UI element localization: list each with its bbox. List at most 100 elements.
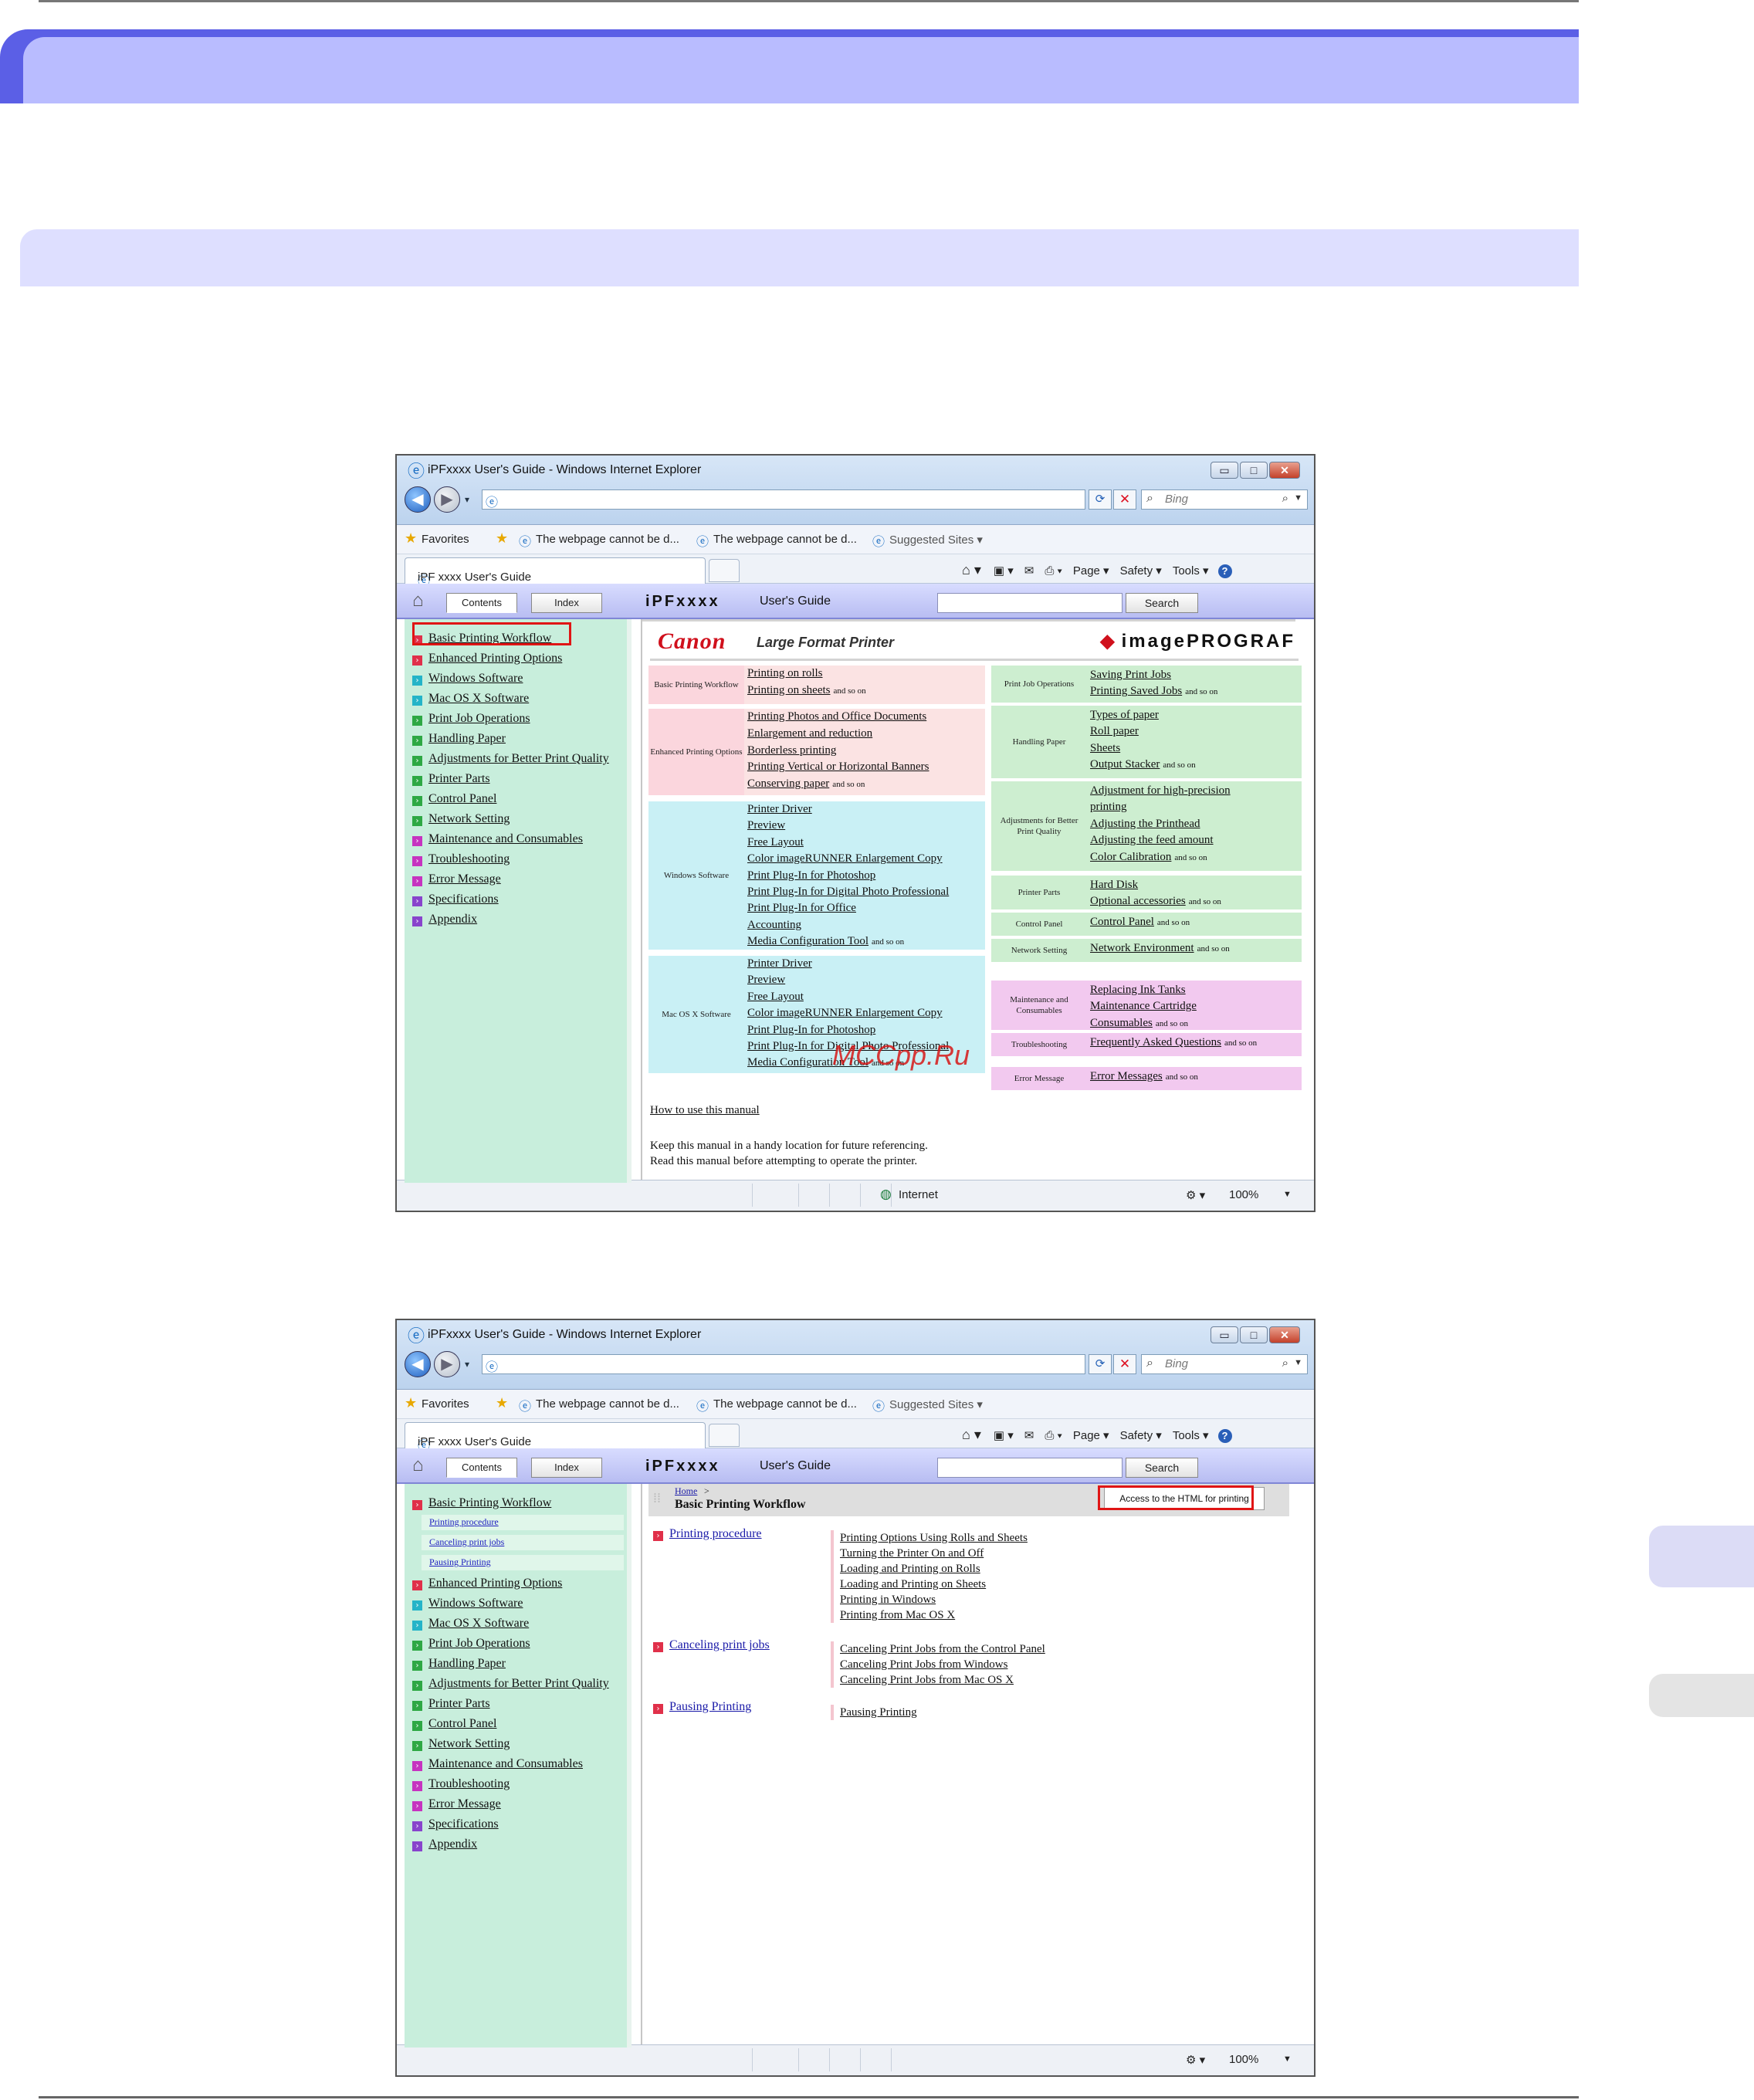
zone-settings-icon[interactable]: ⚙ ▾ xyxy=(1186,2053,1205,2067)
category-link[interactable]: Frequently Asked Questions and so on xyxy=(1090,1036,1257,1049)
guide-home-icon[interactable]: ⌂ xyxy=(412,1455,424,1476)
nav-item[interactable]: › Enhanced Printing Options xyxy=(412,1577,562,1590)
close-button[interactable]: ✕ xyxy=(1269,1326,1300,1343)
nav-item[interactable]: › Mac OS X Software xyxy=(412,692,529,706)
category-link[interactable]: Adjusting the feed amount xyxy=(1090,834,1214,847)
zoom-level[interactable]: 100% xyxy=(1229,1188,1258,1201)
category-link[interactable]: Free Layout xyxy=(747,991,804,1004)
favorites-star-icon[interactable]: ★ xyxy=(405,530,417,547)
category-link[interactable]: Color Calibration and so on xyxy=(1090,851,1207,864)
browser-tab[interactable]: ⓔ iPF xxxx User's Guide xyxy=(405,557,706,588)
nav-item[interactable]: › Handling Paper xyxy=(412,1657,506,1671)
category-link[interactable]: Media Configuration Tool and so on xyxy=(747,935,904,948)
home-icon[interactable]: ⌂ ▾ xyxy=(962,562,981,578)
refresh-button[interactable]: ⟳ xyxy=(1089,489,1112,510)
category-link[interactable]: Types of paper xyxy=(1090,709,1159,722)
search-dropdown-icon[interactable]: ▼ xyxy=(1294,493,1302,503)
contents-tab[interactable]: Contents xyxy=(446,1458,517,1478)
category-link[interactable]: Optional accessories and so on xyxy=(1090,895,1221,908)
nav-item[interactable]: › Print Job Operations xyxy=(412,1637,530,1651)
new-tab-button[interactable] xyxy=(709,559,740,582)
guide-search-input[interactable] xyxy=(937,1458,1122,1478)
breadcrumb-home-link[interactable]: Home xyxy=(675,1485,697,1497)
address-bar[interactable]: ⓔ xyxy=(482,1354,1085,1374)
search-dropdown-icon[interactable]: ▼ xyxy=(1294,1358,1302,1367)
index-tab[interactable]: Index xyxy=(531,593,602,613)
print-icon[interactable]: ⎙ ▾ xyxy=(1045,564,1062,578)
category-link[interactable]: Print Plug-In for Photoshop xyxy=(747,1024,875,1037)
print-icon[interactable]: ⎙ ▾ xyxy=(1045,1429,1062,1442)
mail-icon[interactable]: ✉ xyxy=(1024,1429,1034,1442)
forward-button[interactable]: ▶ xyxy=(434,1351,460,1377)
category-link[interactable]: Printing on sheets and so on xyxy=(747,684,866,697)
address-bar[interactable]: ⓔ xyxy=(482,489,1085,510)
recent-pages-dropdown-icon[interactable]: ▾ xyxy=(465,494,469,505)
nav-item[interactable]: › Network Setting xyxy=(412,1737,510,1751)
category-link[interactable]: Accounting xyxy=(747,919,801,932)
category-link[interactable]: Color imageRUNNER Enlargement Copy xyxy=(747,1007,943,1020)
category-link[interactable]: Consumables and so on xyxy=(1090,1017,1188,1030)
category-link[interactable]: Adjustment for high-precision xyxy=(1090,784,1231,798)
close-button[interactable]: ✕ xyxy=(1269,462,1300,479)
subnav-item[interactable]: Pausing Printing xyxy=(422,1555,624,1570)
category-link[interactable]: Printer Driver xyxy=(747,957,812,970)
feeds-icon[interactable]: ▣ ▾ xyxy=(994,564,1014,578)
home-icon[interactable]: ⌂ ▾ xyxy=(962,1427,981,1442)
category-link[interactable]: Replacing Ink Tanks xyxy=(1090,984,1186,997)
nav-item[interactable]: › Handling Paper xyxy=(412,732,506,746)
page-menu[interactable]: Page ▾ xyxy=(1073,564,1109,578)
nav-item[interactable]: › Enhanced Printing Options xyxy=(412,652,562,666)
maximize-button[interactable]: □ xyxy=(1240,1326,1268,1343)
nav-item[interactable]: › Network Setting xyxy=(412,812,510,826)
search-go-icon[interactable]: ⌕ xyxy=(1282,492,1288,505)
favorites-star-icon[interactable]: ★ xyxy=(405,1395,417,1411)
category-link[interactable]: Sheets xyxy=(1090,742,1120,755)
safety-menu[interactable]: Safety ▾ xyxy=(1120,1429,1162,1442)
nav-item[interactable]: › Windows Software xyxy=(412,1597,523,1611)
category-link[interactable]: printing xyxy=(1090,801,1127,814)
category-link[interactable]: Output Stacker and so on xyxy=(1090,758,1196,771)
nav-item[interactable]: › Appendix xyxy=(412,913,477,926)
favorite-link-2[interactable]: The webpage cannot be d... xyxy=(713,1397,857,1411)
category-link[interactable]: Color imageRUNNER Enlargement Copy xyxy=(747,852,943,865)
guide-home-icon[interactable]: ⌂ xyxy=(412,590,424,611)
page-menu[interactable]: Page ▾ xyxy=(1073,1429,1109,1442)
add-favorite-icon[interactable]: ★ xyxy=(496,1395,508,1411)
category-link[interactable]: Borderless printing xyxy=(747,744,836,757)
browser-tab[interactable]: ⓔ iPF xxxx User's Guide xyxy=(405,1422,706,1453)
help-icon[interactable]: ? xyxy=(1217,1429,1232,1443)
procedure-topic-link[interactable]: Turning the Printer On and Off xyxy=(840,1546,1028,1561)
suggested-sites-link[interactable]: Suggested Sites ▾ xyxy=(889,1397,983,1411)
category-link[interactable]: Error Messages and so on xyxy=(1090,1070,1198,1083)
nav-item[interactable]: › Adjustments for Better Print Quality xyxy=(412,1677,609,1691)
subnav-item[interactable]: Printing procedure xyxy=(422,1515,624,1530)
favorite-link-1[interactable]: The webpage cannot be d... xyxy=(536,533,679,546)
procedure-link[interactable]: › Canceling print jobs xyxy=(653,1638,770,1652)
procedure-topic-link[interactable]: Canceling Print Jobs from Mac OS X xyxy=(840,1672,1045,1688)
category-link[interactable]: Printing Vertical or Horizontal Banners xyxy=(747,760,929,774)
category-link[interactable]: Printer Driver xyxy=(747,803,812,816)
zoom-dropdown-icon[interactable]: ▼ xyxy=(1283,2054,1292,2064)
procedure-link[interactable]: › Pausing Printing xyxy=(653,1700,751,1714)
maximize-button[interactable]: □ xyxy=(1240,462,1268,479)
procedure-topic-link[interactable]: Printing from Mac OS X xyxy=(840,1607,1028,1623)
subnav-item[interactable]: Canceling print jobs xyxy=(422,1535,624,1550)
suggested-sites-link[interactable]: Suggested Sites ▾ xyxy=(889,533,983,547)
stop-button[interactable]: ✕ xyxy=(1113,489,1136,510)
nav-item[interactable]: › Appendix xyxy=(412,1838,477,1851)
category-link[interactable]: Roll paper xyxy=(1090,725,1139,738)
procedure-topic-link[interactable]: Loading and Printing on Rolls xyxy=(840,1561,1028,1577)
zone-settings-icon[interactable]: ⚙ ▾ xyxy=(1186,1188,1205,1202)
procedure-link[interactable]: › Printing procedure xyxy=(653,1527,762,1541)
nav-item[interactable]: › Specifications xyxy=(412,892,499,906)
zoom-dropdown-icon[interactable]: ▼ xyxy=(1283,1190,1292,1199)
minimize-button[interactable]: ▭ xyxy=(1211,462,1238,479)
procedure-topic-link[interactable]: Pausing Printing xyxy=(840,1705,917,1720)
back-button[interactable]: ◀ xyxy=(405,486,431,513)
tools-menu[interactable]: Tools ▾ xyxy=(1173,564,1209,578)
favorite-link-1[interactable]: The webpage cannot be d... xyxy=(536,1397,679,1411)
guide-search-input[interactable] xyxy=(937,593,1122,613)
category-link[interactable]: Network Environment and so on xyxy=(1090,942,1230,955)
nav-item[interactable]: › Troubleshooting xyxy=(412,852,510,866)
search-go-icon[interactable]: ⌕ xyxy=(1282,1357,1288,1370)
